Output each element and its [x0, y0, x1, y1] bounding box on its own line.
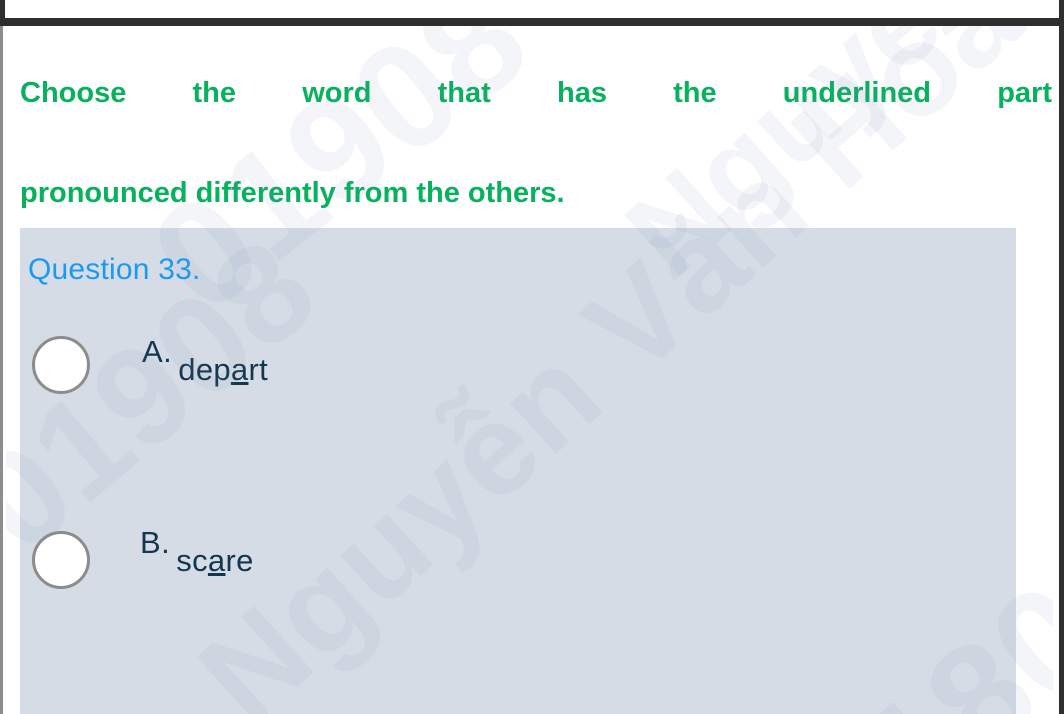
answer-option-b[interactable]: B.scare — [20, 429, 1016, 589]
instruction-text: Choose the word that has the underlined … — [20, 68, 1052, 218]
option-word-a-underlined: a — [230, 352, 249, 387]
answer-options-list: A.depart B.scare C.card — [20, 328, 1016, 714]
option-word-a-after: rt — [248, 352, 269, 387]
document-frame-top — [0, 0, 1064, 26]
answer-option-c[interactable]: C.card — [20, 530, 1016, 631]
option-word-a: depart — [178, 352, 268, 387]
option-word-a-before: dep — [178, 352, 231, 387]
answer-option-a[interactable]: A.depart — [20, 328, 1016, 429]
radio-button-a[interactable] — [32, 336, 90, 394]
option-letter-a: A. — [142, 334, 173, 369]
instruction-line-1: Choose the word that has the underlined … — [20, 77, 1052, 109]
answer-option-a-text: A.depart — [142, 334, 268, 387]
answer-option-d[interactable]: D.market — [20, 631, 1016, 714]
document-frame-right — [1053, 0, 1064, 714]
document-content: Choose the word that has the underlined … — [0, 0, 1064, 714]
document-frame-left — [0, 0, 6, 714]
instruction-line-2: pronounced differently from the others. — [20, 177, 565, 209]
question-number-label: Question 33. — [28, 253, 201, 286]
page-root: 01908 Nguyễn Văn Hoàng Nguyễn Văn Hoàng … — [0, 0, 1064, 714]
question-panel: Question 33. A.depart B.scare — [20, 228, 1016, 714]
